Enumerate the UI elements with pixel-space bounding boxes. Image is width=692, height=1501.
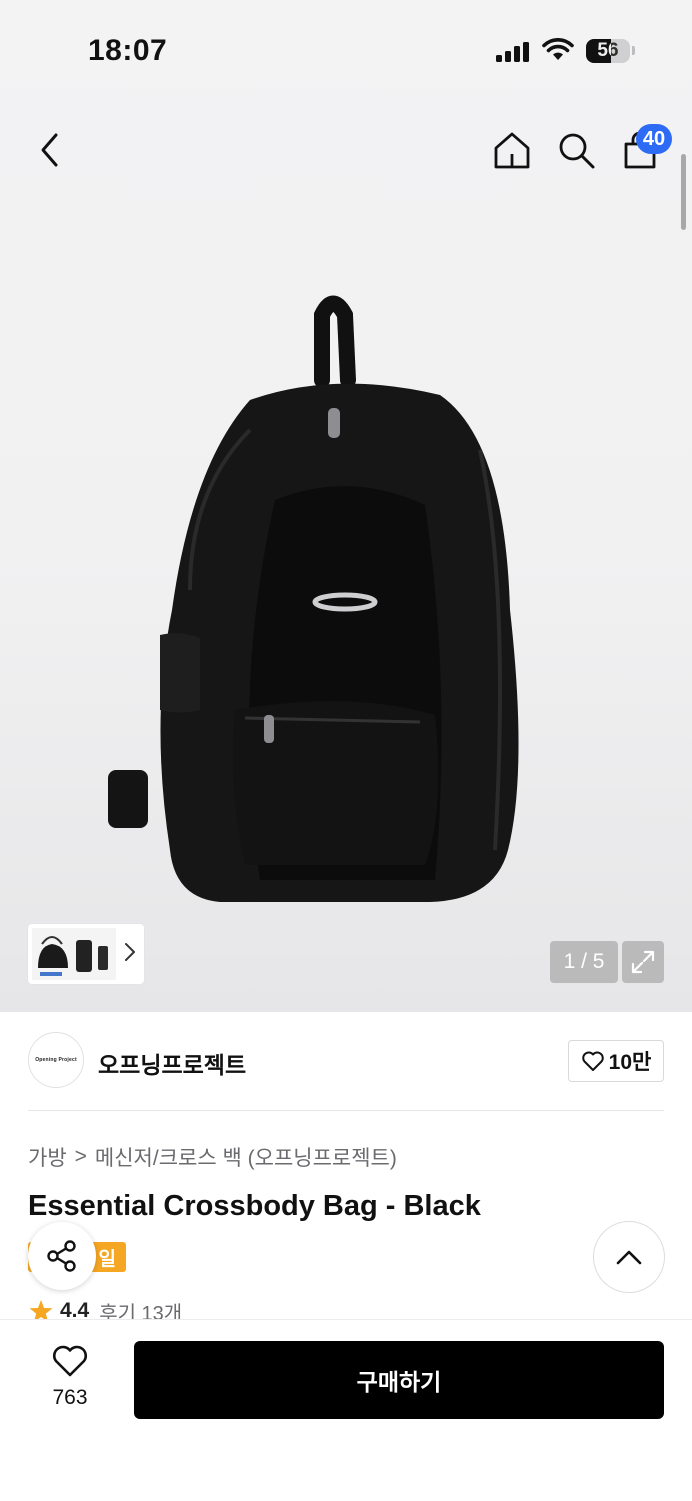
chevron-right-icon bbox=[125, 943, 135, 961]
search-icon bbox=[559, 133, 595, 169]
back-button[interactable] bbox=[28, 128, 72, 172]
thumbnail-image bbox=[32, 928, 116, 980]
breadcrumb: 가방 > 메신저/크로스 백 (오프닝프로젝트) bbox=[28, 1142, 397, 1172]
buy-button[interactable]: 구매하기 bbox=[134, 1341, 664, 1419]
status-bar: 18:07 56 bbox=[0, 0, 692, 100]
wishlist-count: 763 bbox=[52, 1386, 88, 1409]
brand-logo[interactable]: Opening Project bbox=[28, 1032, 84, 1088]
search-button[interactable] bbox=[554, 128, 598, 172]
breadcrumb-separator: > bbox=[74, 1145, 87, 1168]
brand-like-count: 10만 bbox=[608, 1051, 652, 1074]
product-title: Essential Crossbody Bag - Black bbox=[28, 1190, 481, 1222]
battery-tip bbox=[632, 46, 635, 55]
breadcrumb-category[interactable]: 가방 bbox=[28, 1142, 67, 1172]
cart-count-badge: 40 bbox=[636, 124, 672, 154]
scrollbar[interactable] bbox=[681, 154, 686, 230]
cellular-signal-icon bbox=[496, 42, 529, 62]
share-icon bbox=[47, 1240, 76, 1272]
home-button[interactable] bbox=[490, 128, 534, 172]
battery-icon: 56 bbox=[586, 39, 630, 63]
home-icon bbox=[494, 132, 530, 169]
brand-name[interactable]: 오프닝프로젝트 bbox=[98, 1046, 246, 1080]
gallery-page-indicator: 1 / 5 bbox=[550, 941, 618, 983]
chevron-up-icon bbox=[616, 1250, 642, 1265]
expand-icon bbox=[631, 950, 655, 974]
divider bbox=[28, 1110, 664, 1111]
brand-row[interactable]: Opening Project 오프닝프로젝트 10만 bbox=[28, 1032, 664, 1090]
status-time: 18:07 bbox=[88, 34, 168, 67]
heart-icon bbox=[581, 1051, 604, 1071]
thumbnail-strip[interactable] bbox=[28, 924, 144, 984]
wifi-icon bbox=[542, 38, 574, 60]
breadcrumb-subcategory[interactable]: 메신저/크로스 백 (오프닝프로젝트) bbox=[95, 1142, 397, 1172]
share-button[interactable] bbox=[28, 1222, 96, 1290]
brand-like-button[interactable]: 10만 bbox=[568, 1040, 664, 1082]
heart-icon bbox=[53, 1345, 87, 1377]
scroll-to-top-button[interactable] bbox=[594, 1222, 664, 1292]
battery-level: 56 bbox=[597, 40, 619, 61]
wishlist-button[interactable]: 763 bbox=[36, 1340, 104, 1416]
chevron-left-icon bbox=[41, 133, 58, 167]
expand-button[interactable] bbox=[622, 941, 664, 983]
product-image[interactable] bbox=[100, 290, 540, 910]
